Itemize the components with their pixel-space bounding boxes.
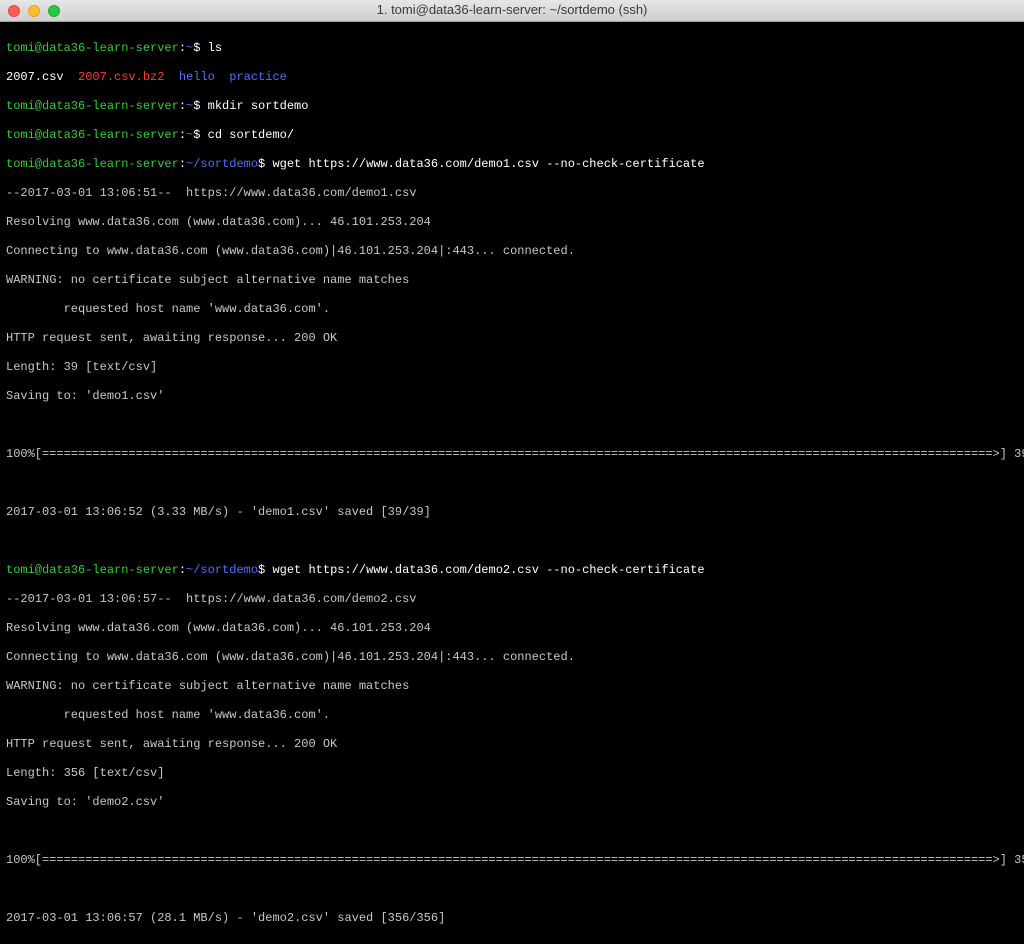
command-text: wget https://www.data36.com/demo2.csv --… [272,563,704,577]
ls-dir: hello practice [179,70,287,84]
window-title: 1. tomi@data36-learn-server: ~/sortdemo … [0,3,1024,18]
output-line: Saving to: 'demo2.csv' [6,795,1018,810]
prompt-symbol: $ [193,99,207,113]
ls-file-compressed: 2007.csv.bz2 [78,70,164,84]
terminal-line: tomi@data36-learn-server:~/sortdemo$ wge… [6,157,1018,172]
terminal-line: tomi@data36-learn-server:~$ cd sortdemo/ [6,128,1018,143]
terminal-line: tomi@data36-learn-server:~$ mkdir sortde… [6,99,1018,114]
prompt-sep: : [179,563,186,577]
blank-line [6,824,1018,839]
output-line: WARNING: no certificate subject alternat… [6,273,1018,288]
terminal-line: 2007.csv 2007.csv.bz2 hello practice [6,70,1018,85]
command-text: cd sortdemo/ [208,128,294,142]
prompt-symbol: $ [193,128,207,142]
blank-line [6,534,1018,549]
output-line: requested host name 'www.data36.com'. [6,708,1018,723]
output-line: HTTP request sent, awaiting response... … [6,331,1018,346]
prompt-symbol: $ [258,563,272,577]
command-text: ls [208,41,222,55]
output-line: WARNING: no certificate subject alternat… [6,679,1018,694]
terminal-body[interactable]: tomi@data36-learn-server:~$ ls 2007.csv … [0,22,1024,944]
output-line: Length: 39 [text/csv] [6,360,1018,375]
ls-spacer [164,70,178,84]
prompt-sep: : [179,41,186,55]
prompt-path: ~/sortdemo [186,157,258,171]
ls-file: 2007.csv [6,70,78,84]
command-text: mkdir sortdemo [208,99,309,113]
prompt-user: tomi@data36-learn-server [6,99,179,113]
output-line: HTTP request sent, awaiting response... … [6,737,1018,752]
window-titlebar: 1. tomi@data36-learn-server: ~/sortdemo … [0,0,1024,22]
output-line: Length: 356 [text/csv] [6,766,1018,781]
terminal-line: tomi@data36-learn-server:~$ ls [6,41,1018,56]
output-line: 2017-03-01 13:06:52 (3.33 MB/s) - 'demo1… [6,505,1018,520]
output-line: Resolving www.data36.com (www.data36.com… [6,621,1018,636]
prompt-path: ~/sortdemo [186,563,258,577]
output-line: Resolving www.data36.com (www.data36.com… [6,215,1018,230]
prompt-user: tomi@data36-learn-server [6,157,179,171]
prompt-symbol: $ [193,41,207,55]
output-line: 2017-03-01 13:06:57 (28.1 MB/s) - 'demo2… [6,911,1018,926]
progress-line: 100%[===================================… [6,853,1018,868]
output-line: requested host name 'www.data36.com'. [6,302,1018,317]
output-line: --2017-03-01 13:06:51-- https://www.data… [6,186,1018,201]
prompt-user: tomi@data36-learn-server [6,128,179,142]
blank-line [6,882,1018,897]
output-line: --2017-03-01 13:06:57-- https://www.data… [6,592,1018,607]
blank-line [6,476,1018,491]
output-line: Saving to: 'demo1.csv' [6,389,1018,404]
prompt-symbol: $ [258,157,272,171]
output-line: Connecting to www.data36.com (www.data36… [6,244,1018,259]
terminal-line: tomi@data36-learn-server:~/sortdemo$ wge… [6,563,1018,578]
prompt-sep: : [179,157,186,171]
blank-line [6,418,1018,433]
prompt-sep: : [179,128,186,142]
command-text: wget https://www.data36.com/demo1.csv --… [272,157,704,171]
prompt-user: tomi@data36-learn-server [6,563,179,577]
prompt-sep: : [179,99,186,113]
progress-line: 100%[===================================… [6,447,1018,462]
prompt-user: tomi@data36-learn-server [6,41,179,55]
output-line: Connecting to www.data36.com (www.data36… [6,650,1018,665]
